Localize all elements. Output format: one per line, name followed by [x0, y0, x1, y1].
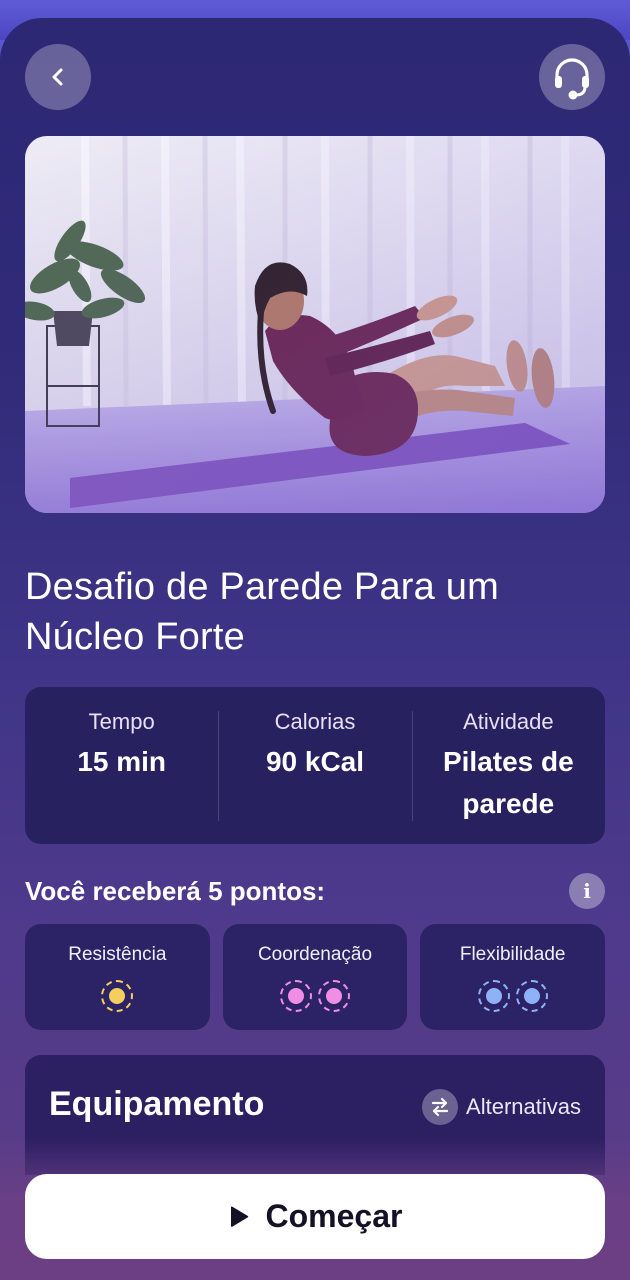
start-button-label: Começar: [265, 1198, 403, 1234]
point-dot-icon: [477, 980, 510, 1012]
back-button[interactable]: [25, 44, 91, 110]
skill-label: Flexibilidade: [459, 944, 566, 965]
alternatives-button[interactable]: Alternativas: [422, 1089, 581, 1125]
alternatives-label: Alternativas: [466, 1094, 581, 1119]
play-icon: [230, 1206, 248, 1227]
swap-icon: [422, 1089, 459, 1125]
workout-stats-card: Tempo 15 min Calorias 90 kCal Atividade …: [25, 687, 605, 844]
stat-label: Atividade: [463, 709, 554, 734]
point-dot-icon: [280, 980, 312, 1012]
equipment-title: Equipamento: [49, 1085, 265, 1123]
chevron-left-icon: [52, 68, 63, 86]
skill-label: Coordenação: [257, 944, 373, 965]
workout-title: Desafio de Parede Para um Núcleo Forte: [25, 566, 499, 658]
start-button[interactable]: Começar: [25, 1174, 605, 1259]
skill-card-endurance: Resistência: [25, 924, 210, 1030]
skill-points-row: Resistência Coordenação Flexibilidade: [25, 924, 606, 1030]
point-dot-icon: [515, 980, 548, 1012]
skill-card-coordination: Coordenação: [222, 924, 408, 1030]
stat-value: Pilates de parede: [442, 746, 574, 819]
stat-duration: Tempo 15 min: [25, 687, 218, 844]
stat-activity: Atividade Pilates de parede: [411, 687, 605, 844]
stat-label: Calorias: [274, 709, 356, 734]
stat-calories: Calorias 90 kCal: [218, 687, 411, 844]
point-dot-icon: [318, 980, 350, 1012]
workout-detail-screen: Desafio de Parede Para um Núcleo Forte T…: [0, 18, 630, 1280]
point-dot-icon: [101, 980, 134, 1012]
skill-card-flexibility: Flexibilidade: [420, 924, 606, 1030]
stat-label: Tempo: [88, 709, 155, 734]
stat-value: 90 kCal: [265, 746, 365, 777]
support-button[interactable]: [539, 44, 605, 110]
points-header: Você receberá 5 pontos: i: [25, 873, 605, 909]
info-icon[interactable]: i: [569, 873, 605, 909]
headset-icon: [555, 58, 589, 100]
points-heading: Você receberá 5 pontos:: [25, 875, 326, 906]
stat-value: 15 min: [77, 746, 167, 777]
workout-hero-image: [25, 136, 605, 513]
skill-label: Resistência: [68, 944, 167, 965]
